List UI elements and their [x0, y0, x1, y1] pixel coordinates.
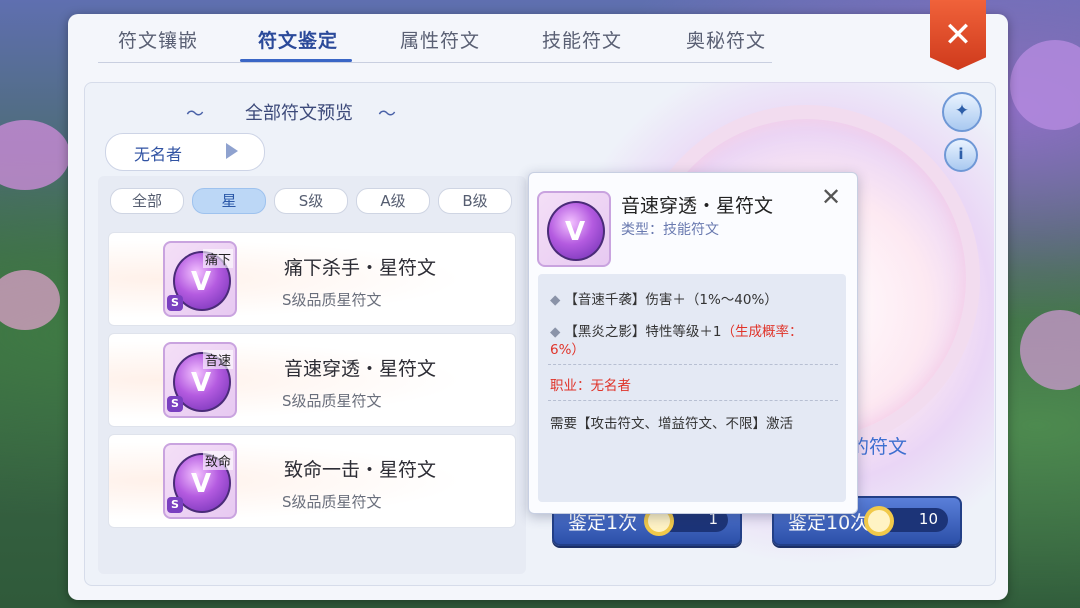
effect-text: 【音速千袭】伤害＋（1%～40%）: [564, 292, 778, 308]
info-icon[interactable]: i: [944, 138, 978, 172]
rune-tag: 致命: [203, 451, 234, 470]
blossom-decoration: [0, 120, 70, 190]
filter-a-grade[interactable]: A级: [356, 188, 430, 214]
grade-badge: S: [167, 497, 183, 513]
stage-caption: 的符文: [850, 436, 908, 458]
rune-list-item[interactable]: V 致命 S 致命一击・星符文 S级品质星符文: [108, 434, 516, 528]
swirl-left-icon: 〜: [186, 104, 204, 125]
tooltip-type: 类型：技能符文: [621, 222, 719, 238]
rune-quality: S级品质星符文: [282, 493, 382, 511]
rune-orb: V: [547, 201, 605, 261]
effect-text: 【黑炎之影】特性等级＋1: [564, 324, 722, 340]
rune-tag: 痛下: [203, 249, 234, 268]
diamond-bullet-icon: ◆: [550, 292, 561, 308]
rune-icon: V 致命 S: [163, 443, 237, 519]
magnifier-icon: [864, 506, 894, 536]
grade-badge: S: [167, 295, 183, 311]
preview-title: 全部符文预览: [245, 103, 353, 124]
rune-quality: S级品质星符文: [282, 291, 382, 309]
play-arrow-icon: [226, 143, 238, 159]
effect-rate-continued: 6%）: [550, 342, 585, 358]
tab-rune-identify[interactable]: 符文鉴定: [238, 26, 358, 53]
effect-line: ◆ 【黑炎之影】特性等级＋1（生成概率：: [550, 320, 802, 340]
swirl-right-icon: 〜: [378, 104, 396, 125]
divider: [548, 400, 838, 401]
filter-s-grade[interactable]: S级: [274, 188, 348, 214]
filter-star[interactable]: 星: [192, 188, 266, 214]
rune-list-item[interactable]: V 痛下 S 痛下杀手・星符文 S级品质星符文: [108, 232, 516, 326]
tab-bar: 符文镶嵌 符文鉴定 属性符文 技能符文 奥秘符文: [98, 14, 772, 63]
wand-icon[interactable]: ✦: [942, 92, 982, 132]
rune-quality: S级品质星符文: [282, 392, 382, 410]
grade-badge: S: [167, 396, 183, 412]
tooltip-close-icon[interactable]: ✕: [821, 183, 841, 211]
tab-attribute-rune[interactable]: 属性符文: [380, 26, 500, 53]
cost-amount: 10: [918, 510, 938, 528]
tooltip-body: ◆ 【音速千袭】伤害＋（1%～40%） ◆ 【黑炎之影】特性等级＋1（生成概率： 6…: [538, 274, 846, 502]
tab-skill-rune[interactable]: 技能符文: [522, 26, 642, 53]
rune-name: 痛下杀手・星符文: [284, 257, 437, 279]
blossom-decoration: [0, 270, 60, 330]
rune-icon: V 痛下 S: [163, 241, 237, 317]
rune-icon: V: [537, 191, 611, 267]
effect-rate: （生成概率：: [721, 324, 803, 340]
job-line: 职业：无名者: [550, 378, 631, 394]
divider: [548, 364, 838, 365]
class-selector-label: 无名者: [134, 145, 183, 164]
identify-ten-cost: 10: [864, 506, 948, 536]
class-selector[interactable]: 无名者: [105, 133, 265, 171]
filter-all[interactable]: 全部: [110, 188, 184, 214]
rune-name: 致命一击・星符文: [284, 459, 437, 481]
blossom-decoration: [1010, 40, 1080, 130]
active-tab-indicator: [240, 59, 352, 62]
rune-icon: V 音速 S: [163, 342, 237, 418]
effect-line: ◆ 【音速千袭】伤害＋（1%～40%）: [550, 288, 778, 308]
close-button[interactable]: ✕: [930, 0, 986, 70]
tab-rune-inlay[interactable]: 符文镶嵌: [98, 26, 218, 53]
filter-b-grade[interactable]: B级: [438, 188, 512, 214]
rune-name: 音速穿透・星符文: [284, 358, 437, 380]
requirement-line: 需要【攻击符文、增益符文、不限】激活: [550, 416, 793, 432]
tab-mystery-rune[interactable]: 奥秘符文: [666, 26, 786, 53]
rune-list-item[interactable]: V 音速 S 音速穿透・星符文 S级品质星符文: [108, 333, 516, 427]
rune-tag: 音速: [203, 350, 234, 369]
blossom-decoration: [1020, 310, 1080, 390]
rune-detail-tooltip: V 音速穿透・星符文 类型：技能符文 ✕ ◆ 【音速千袭】伤害＋（1%～40%） …: [528, 172, 858, 514]
tooltip-title: 音速穿透・星符文: [621, 195, 774, 217]
